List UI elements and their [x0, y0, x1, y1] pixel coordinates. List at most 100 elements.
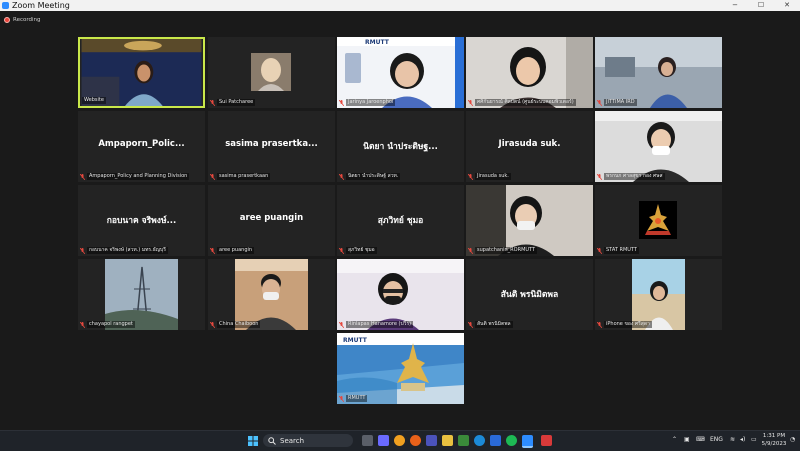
- participant-tile-thai-name-1[interactable]: ศศิกันยารณ์ ศิลปัตน์ (ศูนย์ระบบคอมพิวเตอ…: [466, 37, 593, 108]
- search-icon: [268, 436, 276, 445]
- window-controls: − ☐ ✕: [722, 0, 800, 11]
- participant-tile-supatchanin[interactable]: supatchanin_RORMUTT: [466, 185, 593, 256]
- file-explorer-icon[interactable]: [394, 435, 405, 446]
- participant-tile-sasima[interactable]: sasima prasertka... sasima prasertkaan: [208, 111, 335, 182]
- participant-tile-sui[interactable]: Sui Patcharee: [208, 37, 335, 108]
- muted-microphone-icon: [597, 247, 602, 254]
- muted-microphone-icon: [210, 173, 215, 180]
- muted-microphone-icon: [468, 173, 473, 180]
- participant-tile-rinlapas[interactable]: Rinlapas Hanamore (ปวิร): [337, 259, 464, 330]
- participant-video: RMUTT: [337, 37, 464, 108]
- language-indicator[interactable]: ENG: [710, 436, 723, 443]
- keyboard-icon[interactable]: ⌨: [696, 436, 705, 443]
- participant-label: Sui Patcharee: [210, 99, 256, 106]
- folder-icon[interactable]: [442, 435, 453, 446]
- participant-tile-suphawit[interactable]: สุภวิทย์ ชุมอ สุภวิทย์ ชุมอ: [337, 185, 464, 256]
- battery-icon[interactable]: ▭: [751, 436, 757, 443]
- participant-label: Jirasuda suk.: [468, 173, 511, 180]
- participant-label: กอบนาค จริพงษ์ (สวท.) มทร.ธัญบุรี: [80, 247, 168, 254]
- participant-label: iPhone ของ ศรีสุดา: [597, 321, 652, 328]
- close-button[interactable]: ✕: [774, 0, 800, 11]
- muted-microphone-icon: [210, 99, 215, 106]
- participant-label: Rinlapas Hanamore (ปวิร): [339, 321, 414, 328]
- tray-app-icon[interactable]: ▣: [684, 436, 690, 443]
- teams-icon[interactable]: [426, 435, 437, 446]
- participant-label: STAT RMUTT: [597, 247, 639, 254]
- participant-name-display: sasima prasertka...: [225, 139, 318, 149]
- windows-taskbar: Search ⌃ ▣ ⌨ ENG ≋ ◂) ▭ 1:31 PM 5/9/2023…: [0, 430, 800, 451]
- muted-microphone-icon: [339, 173, 344, 180]
- participant-video: [81, 39, 202, 106]
- task-view-icon[interactable]: [362, 435, 373, 446]
- muted-microphone-icon: [339, 395, 344, 402]
- taskbar-clock[interactable]: 1:31 PM 5/9/2023: [760, 433, 788, 448]
- participant-label: RMUTT: [339, 395, 368, 402]
- participant-tile-kobnat[interactable]: กอบนาค จริพงษ์... กอบนาค จริพงษ์ (สวท.) …: [78, 185, 205, 256]
- edge-icon[interactable]: [474, 435, 485, 446]
- minimize-button[interactable]: −: [722, 0, 748, 11]
- participant-video: [466, 37, 593, 108]
- participant-label: chayapol rangpet: [80, 321, 135, 328]
- recording-label: Recording: [13, 16, 41, 23]
- line-app-icon[interactable]: [506, 435, 517, 446]
- participant-video: [595, 259, 722, 330]
- search-label: Search: [280, 436, 305, 445]
- store-icon[interactable]: [490, 435, 501, 446]
- participant-tile-ampaporn[interactable]: Ampaporn_Polic... Ampaporn_Policy and Pl…: [78, 111, 205, 182]
- participant-tile-china[interactable]: China Chaiboon: [208, 259, 335, 330]
- maximize-button[interactable]: ☐: [748, 0, 774, 11]
- participant-tile-jirasuda[interactable]: Jirasuda suk. Jirasuda suk.: [466, 111, 593, 182]
- notification-icon[interactable]: ◔: [790, 436, 795, 443]
- participant-tile-jittima[interactable]: JITTIMA IRD: [595, 37, 722, 108]
- volume-icon[interactable]: ◂): [740, 436, 745, 443]
- participant-tile-aree[interactable]: aree puangin aree puangin: [208, 185, 335, 256]
- muted-microphone-icon: [210, 247, 215, 254]
- participant-tile-chayapol[interactable]: chayapol rangpet: [78, 259, 205, 330]
- app-icon[interactable]: [458, 435, 469, 446]
- participant-video: [208, 259, 335, 330]
- participant-label: นิตยา นำประดิษฐ์ สวท.: [339, 173, 401, 180]
- recording-indicator[interactable]: Recording: [4, 15, 41, 24]
- participant-video: RMUTT: [337, 333, 464, 404]
- teams-chat-icon[interactable]: [378, 435, 389, 446]
- svg-text:RMUTT: RMUTT: [365, 39, 390, 46]
- participant-name-display: กอบนาค จริพงษ์...: [106, 216, 177, 226]
- participant-label: aree puangin: [210, 247, 255, 254]
- muted-microphone-icon: [80, 321, 85, 328]
- participant-label: Website: [82, 97, 106, 104]
- participant-label: China Chaiboon: [210, 321, 261, 328]
- muted-microphone-icon: [597, 321, 602, 328]
- participant-name-display: สันติ พรนิมิตพล: [500, 290, 559, 300]
- participant-name-display: Ampaporn_Polic...: [98, 139, 185, 149]
- participant-tile-stat[interactable]: STAT RMUTT: [595, 185, 722, 256]
- chevron-up-icon[interactable]: ⌃: [672, 436, 677, 443]
- app-icon-red[interactable]: [541, 435, 552, 446]
- participant-label: ศศิกันยารณ์ ศิลปัตน์ (ศูนย์ระบบคอมพิวเตอ…: [468, 99, 576, 106]
- participant-name-display: aree puangin: [239, 213, 304, 223]
- muted-microphone-icon: [80, 173, 85, 180]
- participant-label: JITTIMA IRD: [597, 99, 637, 106]
- taskbar-search-box[interactable]: Search: [263, 434, 353, 447]
- firefox-icon[interactable]: [410, 435, 421, 446]
- zoom-taskbar-icon[interactable]: [522, 435, 533, 448]
- participant-name-display: นิตยา นำประดิษฐ...: [363, 142, 438, 152]
- recording-dot-icon: [4, 16, 10, 23]
- muted-microphone-icon: [210, 321, 215, 328]
- participant-tile-website[interactable]: Website: [78, 37, 205, 108]
- participant-label: พรกนก ศาลสุขา กอง ศษส: [597, 173, 665, 180]
- participant-label: Ampaporn_Policy and Planning Division: [80, 173, 190, 180]
- zoom-app-icon: [2, 2, 9, 9]
- clock-time: 1:31 PM: [762, 433, 786, 439]
- participant-label: sasima prasertkaan: [210, 173, 271, 180]
- participant-tile-pornkanok[interactable]: พรกนก ศาลสุขา กอง ศษส: [595, 111, 722, 182]
- participant-tile-jarinya[interactable]: RMUTT Jarinya Jaroenphol: [337, 37, 464, 108]
- participant-tile-nittaya[interactable]: นิตยา นำประดิษฐ... นิตยา นำประดิษฐ์ สวท.: [337, 111, 464, 182]
- clock-date: 5/9/2023: [761, 440, 787, 447]
- windows-start-icon[interactable]: [248, 436, 258, 446]
- participant-tile-rmutt[interactable]: RMUTT RMUTT: [337, 333, 464, 404]
- participant-tile-iphone[interactable]: iPhone ของ ศรีสุดา: [595, 259, 722, 330]
- muted-microphone-icon: [468, 99, 473, 106]
- wifi-icon[interactable]: ≋: [730, 436, 735, 443]
- participant-video: [337, 259, 464, 330]
- participant-tile-santi[interactable]: สันติ พรนิมิตพล สันติ พรนิมิตพล: [466, 259, 593, 330]
